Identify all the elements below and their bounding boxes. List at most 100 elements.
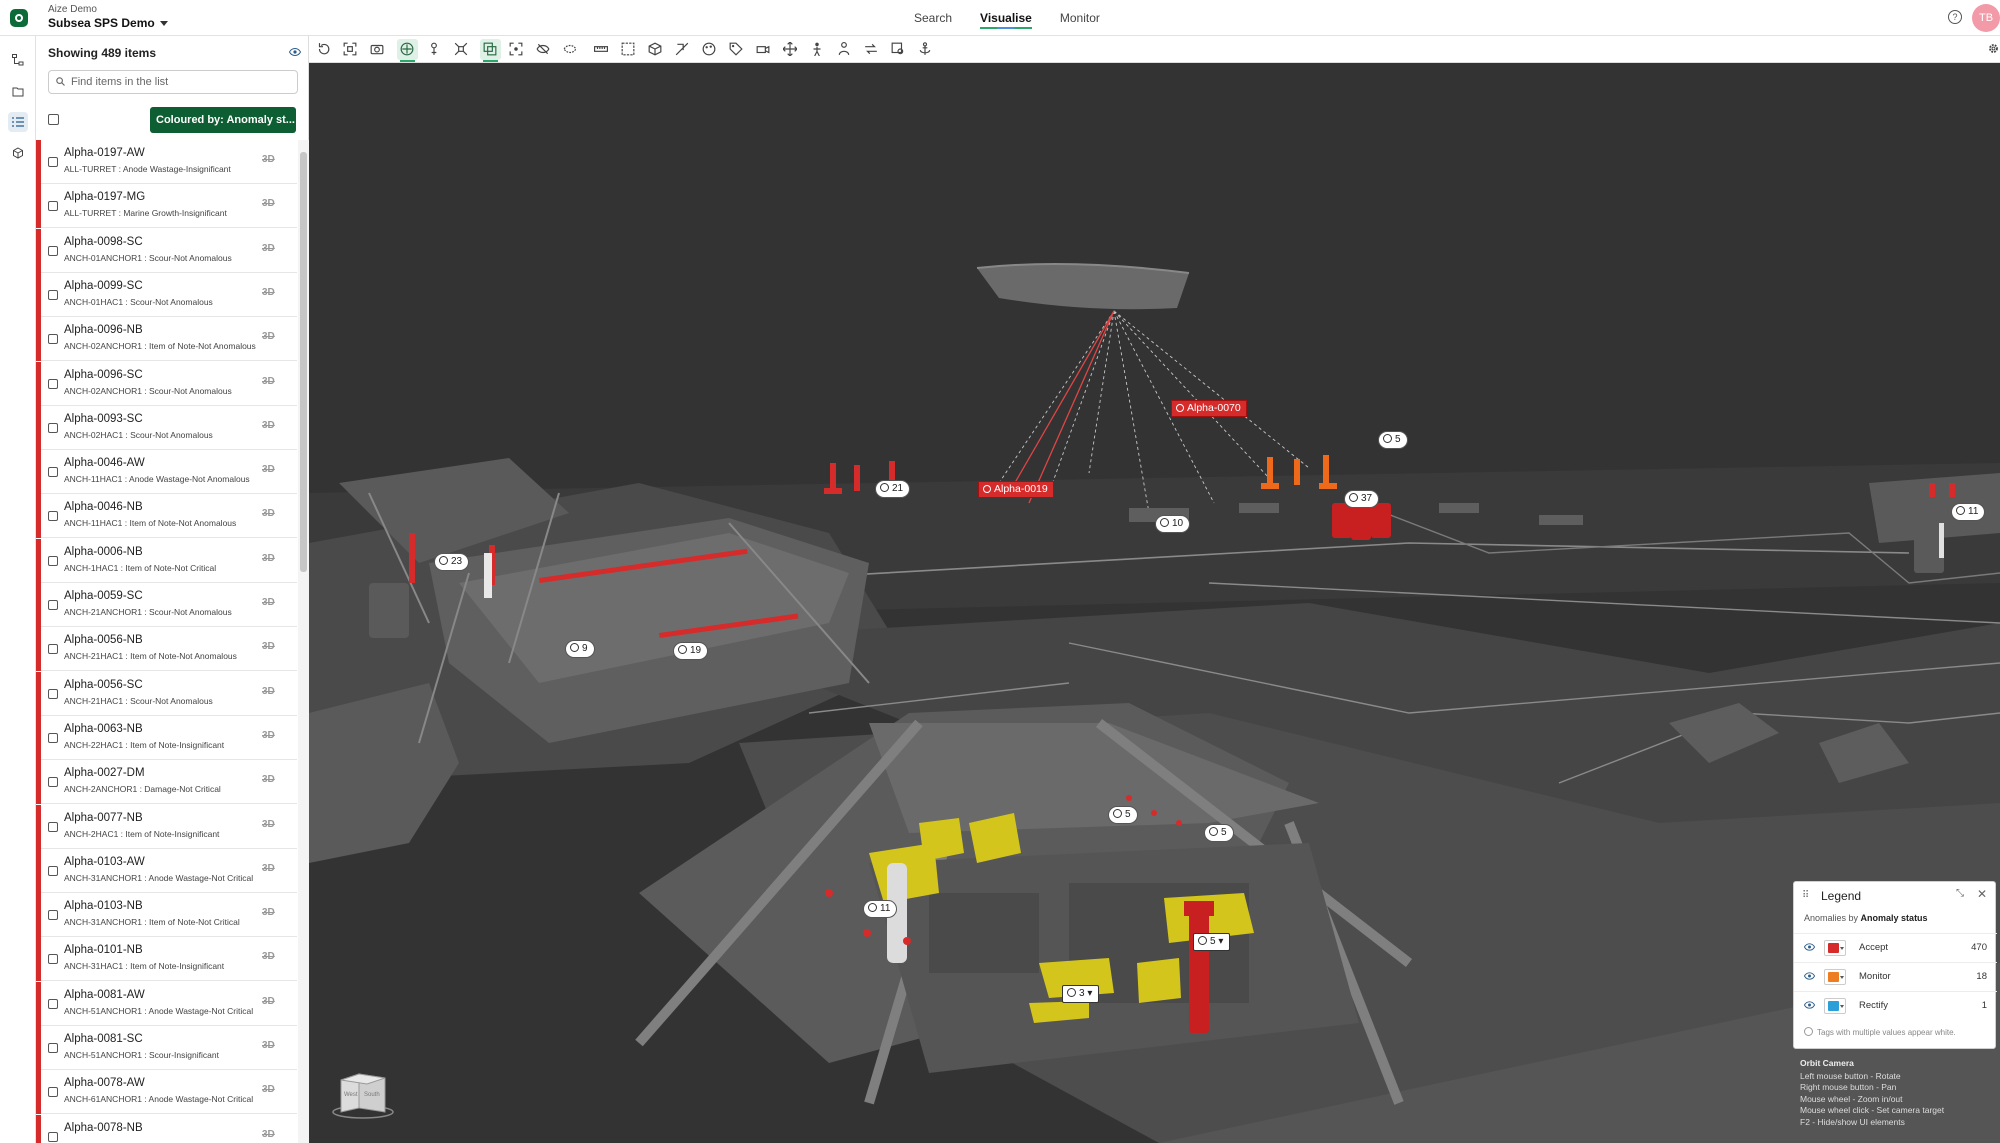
eye-icon[interactable] <box>289 48 301 56</box>
models-icon[interactable] <box>8 143 28 163</box>
color-picker[interactable] <box>1824 969 1846 985</box>
3d-toggle-icon[interactable]: 3D <box>262 774 275 785</box>
eye-icon[interactable] <box>1804 1001 1815 1009</box>
3d-toggle-icon[interactable]: 3D <box>262 863 275 874</box>
list-item[interactable]: Alpha-0101-NB ANCH-31HAC1 : Item of Note-… <box>36 937 297 982</box>
list-item[interactable]: Alpha-0197-MG ALL-TURRET : Marine Growth-… <box>36 184 297 229</box>
color-picker[interactable] <box>1824 940 1846 956</box>
list-item[interactable]: Alpha-0103-NB ANCH-31ANCHOR1 : Item of No… <box>36 893 297 938</box>
nav-tab-visualise[interactable]: Visualise <box>966 0 1046 36</box>
3d-toggle-icon[interactable]: 3D <box>262 951 275 962</box>
count-tag[interactable]: 11 <box>863 900 898 918</box>
list-item[interactable]: Alpha-0098-SC ANCH-01ANCHOR1 : Scour-Not … <box>36 228 297 273</box>
item-search-input[interactable] <box>48 70 298 94</box>
count-tag[interactable]: 5 <box>1204 824 1234 842</box>
item-checkbox[interactable] <box>48 998 58 1009</box>
list-item[interactable]: Alpha-0096-NB ANCH-02ANCHOR1 : Item of No… <box>36 317 297 362</box>
3d-toggle-icon[interactable]: 3D <box>262 243 275 254</box>
list-item[interactable]: Alpha-0056-NB ANCH-21HAC1 : Item of Note-… <box>36 627 297 672</box>
explode-icon[interactable] <box>451 39 472 60</box>
item-checkbox[interactable] <box>48 157 58 167</box>
gear-icon[interactable] <box>1988 43 1999 54</box>
list-scrollbar[interactable] <box>298 140 309 1143</box>
item-checkbox[interactable] <box>48 467 58 478</box>
item-checkbox[interactable] <box>48 1087 58 1098</box>
3d-toggle-icon[interactable]: 3D <box>262 287 275 298</box>
3d-toggle-icon[interactable]: 3D <box>262 464 275 475</box>
nav-tab-search[interactable]: Search <box>900 0 966 36</box>
item-checkbox[interactable] <box>48 777 58 788</box>
count-tag[interactable]: 5 <box>1108 806 1138 824</box>
anomaly-label[interactable]: Alpha-0070 <box>1171 400 1247 417</box>
list-icon[interactable] <box>8 112 28 132</box>
count-tag[interactable]: 10 <box>1155 515 1191 533</box>
3d-toggle-icon[interactable]: 3D <box>262 376 275 387</box>
search-view-icon[interactable] <box>888 39 909 60</box>
item-checkbox[interactable] <box>48 600 58 610</box>
coloured-by-button[interactable]: Coloured by: Anomaly st... <box>150 107 296 133</box>
clip-icon[interactable] <box>672 39 693 60</box>
item-checkbox[interactable] <box>48 732 58 743</box>
3d-toggle-icon[interactable]: 3D <box>262 198 275 209</box>
camera-icon[interactable] <box>753 39 774 60</box>
count-tag-dropdown[interactable]: 3 ▾ <box>1062 985 1100 1003</box>
3d-toggle-icon[interactable]: 3D <box>262 641 275 652</box>
nav-tab-monitor[interactable]: Monitor <box>1046 0 1114 36</box>
item-checkbox[interactable] <box>48 865 58 876</box>
drag-handle-icon[interactable]: ⠿ <box>1802 890 1809 901</box>
item-checkbox[interactable] <box>48 1043 58 1053</box>
list-item[interactable]: Alpha-0099-SC ANCH-01HAC1 : Scour-Not Ano… <box>36 272 297 317</box>
list-item[interactable]: Alpha-0046-AW ANCH-11HAC1 : Anode Wastage… <box>36 450 297 495</box>
color-picker[interactable] <box>1824 998 1846 1014</box>
item-checkbox[interactable] <box>48 688 58 699</box>
item-checkbox[interactable] <box>48 378 58 389</box>
3d-toggle-icon[interactable]: 3D <box>262 597 275 608</box>
eye-icon[interactable] <box>1804 972 1815 980</box>
3d-toggle-icon[interactable]: 3D <box>262 553 275 564</box>
list-item[interactable]: Alpha-0056-SC ANCH-21HAC1 : Scour-Not Ano… <box>36 671 297 716</box>
list-item[interactable]: Alpha-0006-NB ANCH-1HAC1 : Item of Note-N… <box>36 538 297 583</box>
person-icon[interactable] <box>834 39 855 60</box>
anomaly-label[interactable]: Alpha-0019 <box>978 481 1054 498</box>
item-checkbox[interactable] <box>48 201 58 212</box>
list-item[interactable]: Alpha-0078-NB 3D <box>36 1114 297 1143</box>
count-tag[interactable]: 19 <box>673 642 709 660</box>
help-icon[interactable]: ? <box>1948 10 1962 24</box>
select-all-checkbox[interactable] <box>48 114 59 125</box>
3d-toggle-icon[interactable]: 3D <box>262 1084 275 1095</box>
item-checkbox[interactable] <box>48 245 58 256</box>
color-icon[interactable] <box>699 39 720 60</box>
focus-icon[interactable] <box>506 39 527 60</box>
list-item[interactable]: Alpha-0096-SC ANCH-02ANCHOR1 : Scour-Not … <box>36 361 297 406</box>
app-logo[interactable] <box>10 9 28 27</box>
project-selector[interactable]: Subsea SPS Demo <box>48 16 168 30</box>
list-item[interactable]: Alpha-0081-AW ANCH-51ANCHOR1 : Anode Wast… <box>36 981 297 1026</box>
3d-toggle-icon[interactable]: 3D <box>262 1040 275 1051</box>
select-mode-icon[interactable] <box>397 39 418 62</box>
user-avatar[interactable]: TB <box>1972 4 2000 32</box>
3d-toggle-icon[interactable]: 3D <box>262 1129 275 1140</box>
hide-icon[interactable] <box>533 39 554 60</box>
3d-toggle-icon[interactable]: 3D <box>262 508 275 519</box>
3d-toggle-icon[interactable]: 3D <box>262 686 275 697</box>
item-checkbox[interactable] <box>48 555 58 566</box>
list-item[interactable]: Alpha-0063-NB ANCH-22HAC1 : Item of Note-… <box>36 715 297 760</box>
screenshot-icon[interactable] <box>367 39 388 60</box>
documents-icon[interactable] <box>8 81 28 101</box>
count-tag-dropdown[interactable]: 5 ▾ <box>1193 933 1231 951</box>
3d-toggle-icon[interactable]: 3D <box>262 907 275 918</box>
list-item[interactable]: Alpha-0078-AW ANCH-61ANCHOR1 : Anode Wast… <box>36 1070 297 1115</box>
item-checkbox[interactable] <box>48 821 58 832</box>
hierarchy-icon[interactable] <box>8 50 28 70</box>
item-checkbox[interactable] <box>48 422 58 433</box>
list-item[interactable]: Alpha-0103-AW ANCH-31ANCHOR1 : Anode Wast… <box>36 848 297 893</box>
list-item[interactable]: Alpha-0081-SC ANCH-51ANCHOR1 : Scour-Insi… <box>36 1026 297 1070</box>
walk-icon[interactable] <box>807 39 828 60</box>
list-item[interactable]: Alpha-0197-AW ALL-TURRET : Anode Wastage-… <box>36 140 297 184</box>
3d-viewport[interactable]: 5 21 10 37 11 23 9 19 5 5 11 5 ▾ 3 ▾ Alp… <box>309 63 2000 1143</box>
ghost-icon[interactable] <box>560 39 581 60</box>
list-item[interactable]: Alpha-0077-NB ANCH-2HAC1 : Item of Note-I… <box>36 804 297 849</box>
collapse-icon[interactable]: ⤡ <box>1956 888 1964 899</box>
3d-toggle-icon[interactable]: 3D <box>262 331 275 342</box>
item-checkbox[interactable] <box>48 910 58 921</box>
